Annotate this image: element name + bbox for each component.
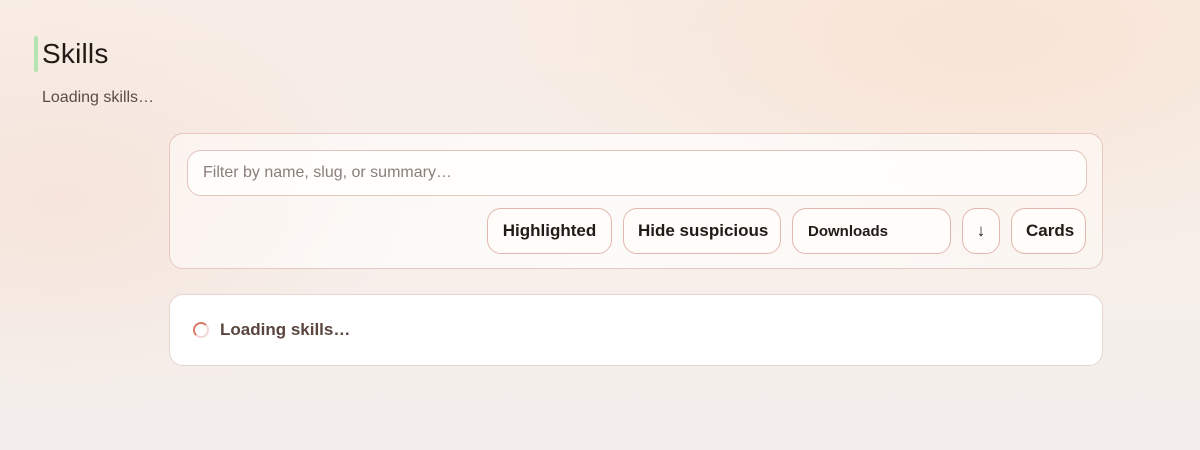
highlighted-filter-button[interactable]: Highlighted <box>487 208 612 254</box>
search-input[interactable] <box>187 150 1087 196</box>
view-mode-button[interactable]: Cards <box>1011 208 1086 254</box>
toolbar-controls: Highlighted Hide suspicious Downloads ↓ … <box>487 208 1086 254</box>
sort-select[interactable]: Downloads <box>792 208 951 254</box>
filter-toolbar: Highlighted Hide suspicious Downloads ↓ … <box>169 133 1103 269</box>
hide-suspicious-toggle-button[interactable]: Hide suspicious <box>623 208 781 254</box>
page-subtitle: Loading skills… <box>42 89 155 106</box>
page-header: Skills Loading skills… <box>34 36 154 106</box>
title-accent-bar <box>34 36 38 72</box>
title-row: Skills <box>34 36 109 72</box>
sort-select-value: Downloads <box>808 222 889 240</box>
sort-direction-button[interactable]: ↓ <box>962 208 1000 254</box>
spinner-icon <box>193 322 209 338</box>
page-title: Skills <box>42 38 109 69</box>
arrow-down-icon: ↓ <box>976 221 986 240</box>
loading-status-card: Loading skills… <box>169 294 1103 366</box>
loading-status-text: Loading skills… <box>220 320 351 339</box>
